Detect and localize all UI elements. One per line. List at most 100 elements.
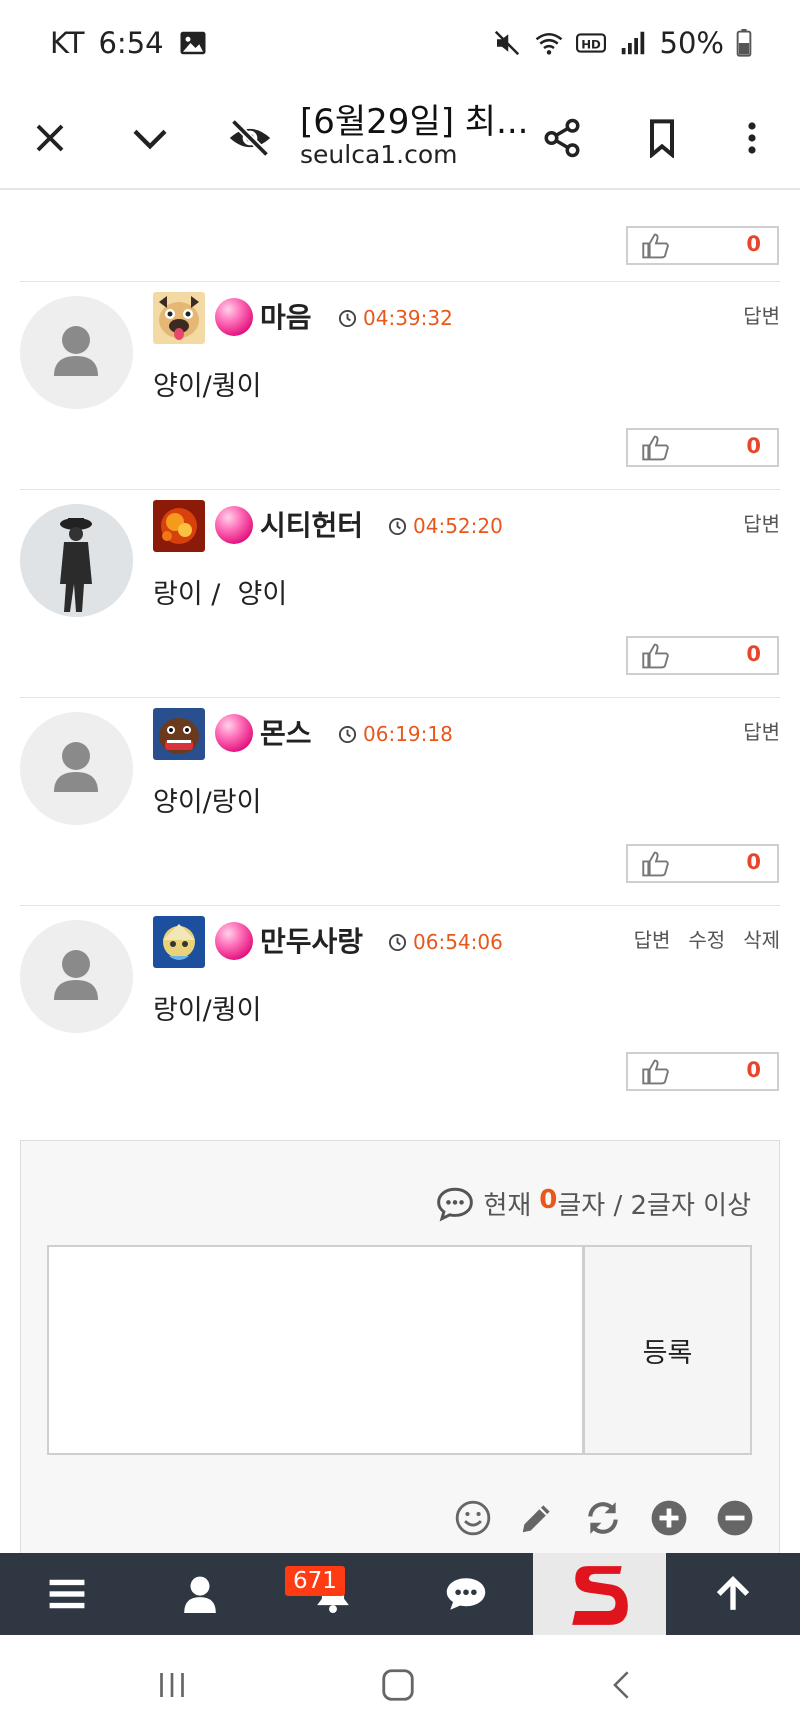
- back-button[interactable]: [600, 1665, 644, 1705]
- bottom-navigation: 671: [0, 1553, 800, 1635]
- chat-button[interactable]: [399, 1553, 532, 1635]
- bookmark-button[interactable]: [630, 106, 694, 170]
- timestamp-text: 04:52:20: [413, 514, 503, 538]
- svg-text:HD: HD: [581, 37, 601, 51]
- home-square-icon: [382, 1669, 414, 1701]
- carrier-label: KT: [50, 26, 85, 60]
- chevron-down-icon: [133, 129, 167, 150]
- like-count: 0: [746, 434, 761, 458]
- menu-button[interactable]: [0, 1553, 133, 1635]
- level-orb-icon: [215, 922, 253, 960]
- comment-write-box: 현재 0 글자 / 2글자 이상 등록: [20, 1140, 780, 1553]
- nickname[interactable]: 마음: [260, 296, 312, 336]
- level-orb-icon: [215, 714, 253, 752]
- timestamp-text: 06:54:06: [413, 930, 503, 954]
- gallery-icon: [180, 31, 206, 55]
- reply-link[interactable]: 답변: [743, 300, 780, 329]
- clock-icon: [388, 933, 407, 951]
- share-button[interactable]: [530, 106, 594, 170]
- page-url[interactable]: seulca1.com: [300, 140, 458, 169]
- timestamp: 06:19:18: [338, 722, 453, 746]
- user-icon: [183, 1576, 216, 1613]
- reply-link[interactable]: 답변: [743, 508, 780, 537]
- delete-link[interactable]: 삭제: [743, 924, 780, 953]
- character-badge-icon: [153, 916, 205, 968]
- timestamp: 04:39:32: [338, 306, 453, 330]
- battery-icon: [736, 29, 752, 57]
- thumbs-up-icon: [642, 435, 669, 461]
- like-button[interactable]: 0: [626, 1052, 779, 1091]
- more-options-button[interactable]: [720, 106, 784, 170]
- back-chevron-icon: [613, 1671, 629, 1699]
- s-logo-icon: [571, 1566, 628, 1625]
- more-vertical-icon: [748, 122, 756, 154]
- site-logo-button[interactable]: [533, 1553, 666, 1635]
- page-title[interactable]: [6월29일] 최...: [300, 94, 529, 143]
- default-user-icon: [54, 326, 98, 376]
- default-user-icon: [54, 950, 98, 1000]
- comment-item: 몬스 06:19:18 답변 양이/랑이 0: [20, 698, 780, 905]
- reply-link[interactable]: 답변: [634, 924, 671, 953]
- profile-button[interactable]: [133, 1553, 266, 1635]
- timestamp-text: 06:19:18: [363, 722, 453, 746]
- status-bar: KT 6:54 HD 50%: [0, 0, 800, 88]
- plus-circle-icon[interactable]: [650, 1499, 688, 1537]
- submit-button[interactable]: 등록: [584, 1245, 752, 1455]
- comment-input[interactable]: [47, 1245, 584, 1455]
- mute-icon: [494, 30, 519, 56]
- comment-item: 만두사랑 06:54:06 답변 수정 삭제 랑이/퀑이 0: [20, 906, 780, 1113]
- hd-voice-icon: HD: [575, 33, 606, 53]
- avatar: [20, 504, 133, 617]
- editor-toolbar: [21, 1491, 800, 1551]
- clock-icon: [338, 309, 357, 327]
- home-button[interactable]: [376, 1665, 420, 1705]
- close-button[interactable]: [18, 106, 82, 170]
- thumbs-up-icon: [642, 1059, 669, 1085]
- like-count: 0: [746, 642, 761, 666]
- private-mode-button[interactable]: [218, 106, 282, 170]
- clock-icon: [388, 517, 407, 535]
- reply-link[interactable]: 답변: [743, 716, 780, 745]
- recent-apps-button[interactable]: [150, 1665, 194, 1705]
- like-button[interactable]: 0: [626, 636, 779, 675]
- nickname[interactable]: 시티헌터: [260, 504, 363, 544]
- close-icon: [36, 124, 64, 152]
- dog-badge-icon: [153, 708, 205, 760]
- comment-text: 랑이/퀑이: [153, 995, 262, 1026]
- notification-badge: 671: [285, 1566, 345, 1596]
- signal-icon: [621, 31, 644, 55]
- thumbs-up-icon: [642, 233, 669, 259]
- minus-circle-icon[interactable]: [716, 1499, 754, 1537]
- comment-item: 마음 04:39:32 답변 양이/퀑이 0: [20, 282, 780, 489]
- user-photo: [20, 504, 133, 617]
- comment-actions: 답변: [743, 508, 780, 537]
- counter-prefix: 현재: [483, 1191, 532, 1221]
- nickname[interactable]: 몬스: [260, 712, 312, 752]
- comment-text: 랑이 / 양이: [153, 579, 288, 610]
- nickname[interactable]: 만두사랑: [260, 920, 363, 960]
- thumbs-up-icon: [642, 643, 669, 669]
- recent-apps-icon: [160, 1673, 184, 1697]
- speech-bubble-icon: [437, 1187, 474, 1222]
- emoji-icon[interactable]: [454, 1499, 492, 1537]
- like-button[interactable]: 0: [626, 844, 779, 883]
- level-orb-icon: [215, 298, 253, 336]
- avatar: [20, 920, 133, 1033]
- like-count: 0: [746, 850, 761, 874]
- browser-toolbar: [6월29일] 최... seulca1.com: [0, 88, 800, 190]
- like-count: 0: [746, 1058, 761, 1082]
- scroll-top-button[interactable]: [666, 1553, 799, 1635]
- char-counter: 현재 0 글자 / 2글자 이상: [435, 1185, 751, 1222]
- comment-actions: 답변 수정 삭제: [634, 924, 780, 953]
- edit-link[interactable]: 수정: [688, 924, 725, 953]
- like-button[interactable]: 0: [626, 226, 779, 265]
- like-button[interactable]: 0: [626, 428, 779, 467]
- thumbs-up-icon: [642, 851, 669, 877]
- bookmark-icon: [650, 119, 674, 158]
- comment-item: 시티헌터 04:52:20 답변 랑이 / 양이 0: [20, 490, 780, 697]
- minimize-button[interactable]: [118, 106, 182, 170]
- wifi-icon: [535, 33, 562, 55]
- like-count: 0: [746, 232, 761, 256]
- refresh-icon[interactable]: [584, 1499, 622, 1537]
- pencil-icon[interactable]: [518, 1499, 556, 1537]
